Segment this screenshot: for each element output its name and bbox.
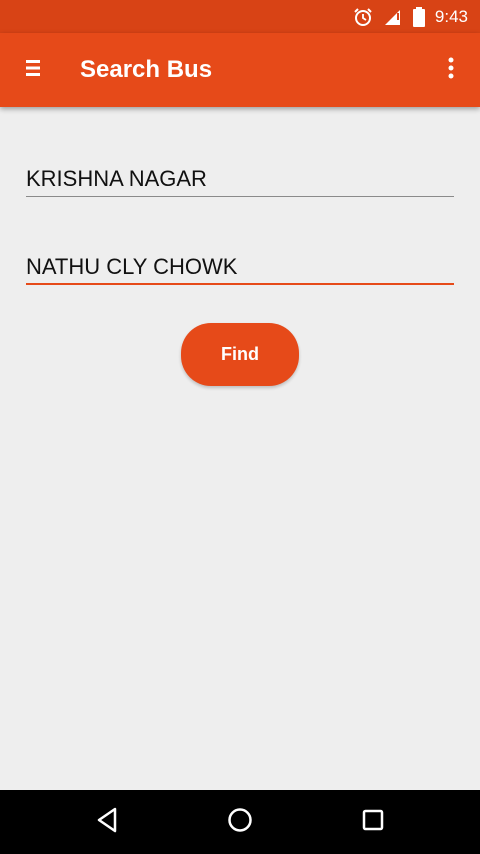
source-field[interactable]: KRISHNA NAGAR	[26, 164, 454, 200]
menu-button[interactable]	[0, 33, 66, 107]
overflow-menu-button[interactable]	[436, 55, 466, 85]
home-button[interactable]	[224, 806, 256, 838]
destination-value: NATHU CLY CHOWK	[26, 254, 238, 279]
page-title: Search Bus	[80, 56, 213, 83]
recents-icon	[362, 809, 384, 836]
menu-icon	[25, 58, 41, 83]
destination-field[interactable]: NATHU CLY CHOWK	[26, 252, 454, 288]
app-bar: Search Bus	[0, 33, 480, 107]
source-value: KRISHNA NAGAR	[26, 166, 207, 191]
status-bar: 9:43	[0, 0, 480, 33]
find-button[interactable]: Find	[181, 323, 299, 386]
battery-icon	[412, 6, 425, 27]
status-time: 9:43	[434, 6, 468, 26]
more-vert-icon	[448, 57, 454, 84]
source-underline	[26, 196, 454, 197]
destination-underline	[26, 283, 454, 285]
recents-button[interactable]	[357, 806, 389, 838]
home-icon	[227, 807, 253, 838]
back-icon	[95, 807, 119, 838]
back-button[interactable]	[91, 806, 123, 838]
signal-icon	[383, 7, 403, 27]
alarm-icon	[353, 7, 373, 27]
navigation-bar	[0, 790, 480, 854]
